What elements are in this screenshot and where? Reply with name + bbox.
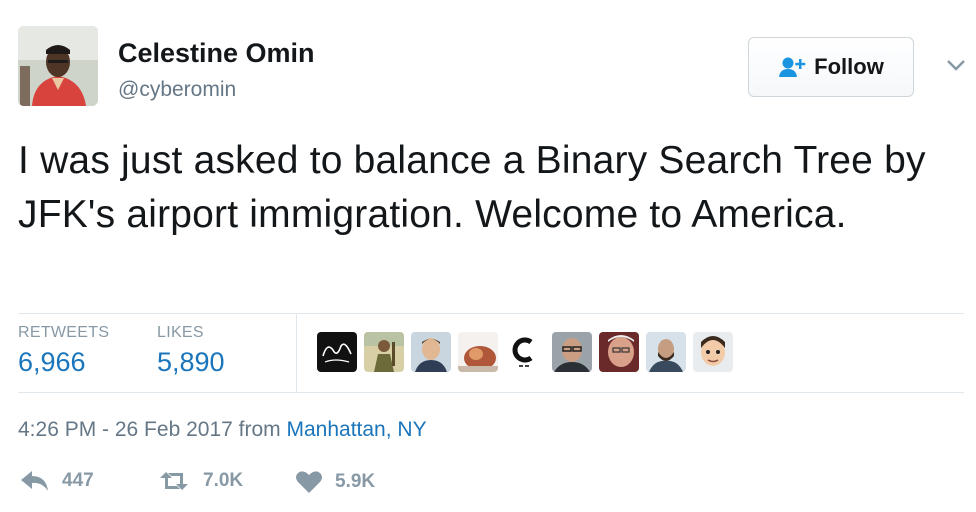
reply-button[interactable]: 447	[20, 470, 94, 492]
tweet-timestamp[interactable]: 4:26 PM - 26 Feb 2017	[18, 418, 233, 441]
divider-bottom	[18, 392, 964, 393]
avatar-man-smiling-icon	[411, 332, 451, 372]
avatar-man-glasses-icon	[552, 332, 592, 372]
heart-icon	[296, 471, 322, 493]
tweet-meta: 4:26 PM - 26 Feb 2017 from Manhattan, NY	[18, 418, 427, 442]
retweet-icon	[160, 472, 188, 490]
tweet-card: Celestine Omin @cyberomin Follow I was j…	[0, 0, 976, 512]
follow-button[interactable]: Follow	[748, 37, 914, 97]
from-label: from	[238, 418, 281, 441]
retweet-count: 7.0K	[203, 470, 244, 491]
likes-label: LIKES	[157, 324, 204, 341]
user-handle[interactable]: @cyberomin	[118, 78, 236, 102]
avatar-c-logo-icon	[505, 332, 545, 372]
tweet-text: I was just asked to balance a Binary Sea…	[18, 139, 926, 236]
avatar-blurred-icon	[458, 332, 498, 372]
add-user-icon	[779, 57, 806, 77]
retweets-label: RETWEETS	[18, 324, 110, 341]
more-menu-button[interactable]	[944, 55, 968, 75]
liker-avatar[interactable]	[552, 332, 592, 372]
reply-icon	[21, 471, 48, 491]
follow-label: Follow	[814, 54, 884, 79]
liker-avatar[interactable]	[317, 332, 357, 372]
liker-avatar[interactable]	[693, 332, 733, 372]
liker-avatar[interactable]	[458, 332, 498, 372]
liker-avatar[interactable]	[599, 332, 639, 372]
avatar-older-man-icon	[599, 332, 639, 372]
profile-photo-icon	[18, 26, 98, 106]
divider-top	[18, 313, 964, 314]
avatar-figure-icon	[364, 332, 404, 372]
user-avatar[interactable]	[18, 26, 98, 106]
like-count: 5.9K	[335, 471, 376, 492]
reply-count: 447	[62, 470, 94, 491]
user-name[interactable]: Celestine Omin	[118, 38, 315, 69]
retweet-button[interactable]: 7.0K	[157, 470, 243, 492]
location-link[interactable]: Manhattan, NY	[287, 418, 427, 441]
liker-avatars	[317, 332, 733, 372]
retweets-count: 6,966	[18, 347, 86, 377]
avatar-cartoon-icon	[693, 332, 733, 372]
likes-count: 5,890	[157, 347, 225, 377]
liker-avatar[interactable]	[646, 332, 686, 372]
liker-avatar[interactable]	[411, 332, 451, 372]
like-button[interactable]: 5.9K	[295, 470, 375, 494]
likes-stat[interactable]: LIKES 5,890	[157, 324, 225, 378]
avatar-man-beard-icon	[646, 332, 686, 372]
avatar-script-logo-icon	[317, 332, 357, 372]
liker-avatar[interactable]	[505, 332, 545, 372]
chevron-down-icon	[947, 60, 965, 71]
liker-avatar[interactable]	[364, 332, 404, 372]
stats-separator	[296, 314, 297, 392]
retweets-stat[interactable]: RETWEETS 6,966	[18, 324, 109, 378]
